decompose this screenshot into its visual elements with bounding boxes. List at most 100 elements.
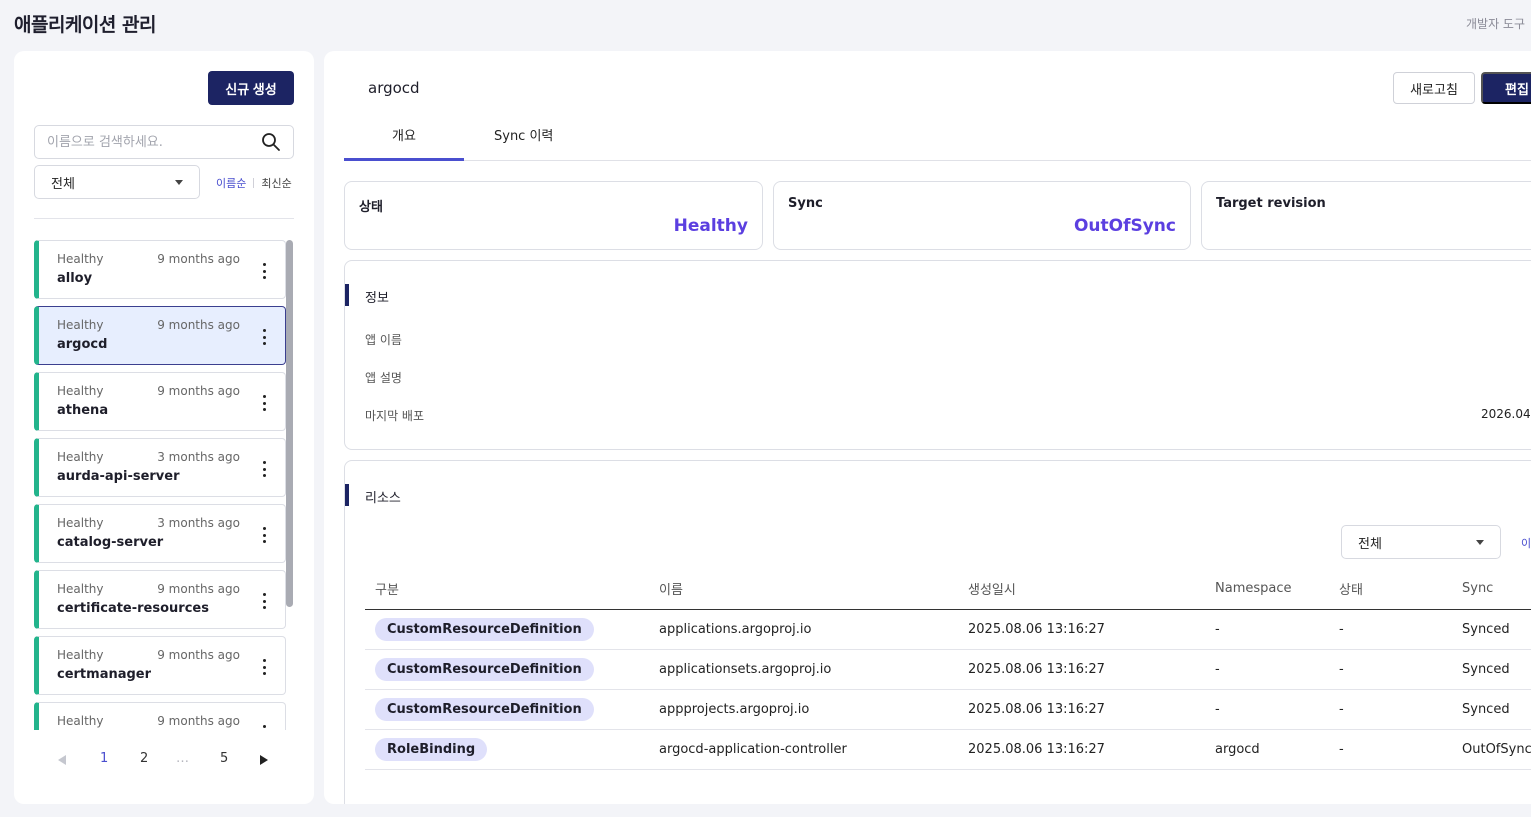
cell-namespace: - xyxy=(1205,609,1329,650)
search-input[interactable] xyxy=(47,134,261,150)
pagination: 1 2 … 5 xyxy=(54,751,274,771)
table-row[interactable]: CustomResourceDefinition applications.arg… xyxy=(365,609,1531,650)
page-ellipsis: … xyxy=(176,751,189,766)
cell-name: argocd-application-controller xyxy=(649,729,958,770)
col-kind[interactable]: 구분 xyxy=(365,569,649,610)
col-created[interactable]: 생성일시 xyxy=(958,569,1205,610)
app-name-label: 앱 이름 xyxy=(365,333,402,347)
app-name: catalog-server xyxy=(57,535,164,550)
table-row[interactable]: CustomResourceDefinition applicationsets.… xyxy=(365,649,1531,690)
sync-card-label: Sync xyxy=(788,196,823,211)
cell-kind: RoleBinding xyxy=(365,729,649,770)
more-options-icon[interactable] xyxy=(263,659,267,675)
page-5[interactable]: 5 xyxy=(220,751,228,766)
more-options-icon[interactable] xyxy=(263,395,267,411)
more-options-icon[interactable] xyxy=(263,461,267,477)
chevron-down-icon xyxy=(1476,539,1484,545)
cell-created: 2025.08.06 13:16:27 xyxy=(958,649,1205,690)
detail-app-name: argocd xyxy=(368,79,420,97)
cell-sync: Synced xyxy=(1452,689,1531,730)
kind-chip: RoleBinding xyxy=(375,737,488,761)
status-card: 상태 Healthy xyxy=(344,181,763,250)
cell-created: 2025.08.06 13:16:27 xyxy=(958,689,1205,730)
table-row[interactable]: CustomResourceDefinition appprojects.argo… xyxy=(365,689,1531,730)
app-list: Healthy 9 months ago alloy Healthy 9 months … xyxy=(34,240,294,730)
app-time: 9 months ago xyxy=(157,318,240,332)
sync-card-value: OutOfSync xyxy=(1073,216,1176,236)
kind-chip: CustomResourceDefinition xyxy=(375,697,594,721)
more-options-icon[interactable] xyxy=(263,263,267,279)
col-sync[interactable]: Sync xyxy=(1452,569,1531,610)
cell-namespace: - xyxy=(1205,649,1329,690)
kind-chip: CustomResourceDefinition xyxy=(375,657,594,681)
app-time: 9 months ago xyxy=(157,714,240,728)
refresh-button[interactable]: 새로고침 xyxy=(1393,72,1475,104)
status-card-value: Healthy xyxy=(673,216,748,236)
status-filter-select[interactable]: 전체 xyxy=(34,165,200,199)
target-revision-card: Target revision xyxy=(1201,181,1531,250)
resources-table: 구분 이름 생성일시 Namespace 상태 Sync CustomResou… xyxy=(365,569,1531,770)
resource-filter-select[interactable]: 전체 xyxy=(1341,525,1501,559)
info-section: 정보 앱 이름 앱 설명 마지막 배포 2026.04 xyxy=(344,260,1531,450)
app-status: Healthy xyxy=(57,318,104,332)
new-app-button[interactable]: 신규 생성 xyxy=(208,71,294,105)
next-page-icon[interactable] xyxy=(260,755,268,765)
app-time: 9 months ago xyxy=(157,582,240,596)
app-time: 9 months ago xyxy=(157,384,240,398)
cell-status: - xyxy=(1329,649,1452,690)
cell-sync: Synced xyxy=(1452,649,1531,690)
more-options-icon[interactable] xyxy=(263,527,267,543)
list-item[interactable]: Healthy 9 months ago xyxy=(34,702,286,730)
list-item[interactable]: Healthy 9 months ago athena xyxy=(34,372,286,431)
edit-button[interactable]: 편집 xyxy=(1481,72,1531,104)
sort-by-name[interactable]: 이름순 xyxy=(216,175,246,191)
list-item[interactable]: Healthy 3 months ago aurda-api-server xyxy=(34,438,286,497)
page-1[interactable]: 1 xyxy=(100,751,108,766)
app-time: 3 months ago xyxy=(157,516,240,530)
app-time: 9 months ago xyxy=(157,648,240,662)
more-options-icon[interactable] xyxy=(263,725,267,730)
chevron-down-icon xyxy=(175,179,183,185)
last-deploy-label: 마지막 배포 xyxy=(365,409,425,423)
table-header-row: 구분 이름 생성일시 Namespace 상태 Sync xyxy=(365,569,1531,610)
col-name[interactable]: 이름 xyxy=(649,569,958,610)
app-status: Healthy xyxy=(57,252,104,266)
divider xyxy=(34,218,294,219)
resources-section-title: 리소스 xyxy=(365,491,401,506)
cell-created: 2025.08.06 13:16:27 xyxy=(958,729,1205,770)
more-options-icon[interactable] xyxy=(263,329,267,345)
cell-sync: Synced xyxy=(1452,609,1531,650)
col-namespace[interactable]: Namespace xyxy=(1205,569,1329,610)
sort-by-latest[interactable]: 최신순 xyxy=(261,175,291,191)
scrollbar[interactable] xyxy=(286,240,293,607)
cell-status: - xyxy=(1329,729,1452,770)
sort-separator xyxy=(253,178,255,188)
list-item[interactable]: Healthy 9 months ago alloy xyxy=(34,240,286,299)
list-item[interactable]: Healthy 9 months ago certmanager xyxy=(34,636,286,695)
tab-sync-history[interactable]: Sync 이력 xyxy=(494,125,553,144)
dev-tools-link[interactable]: 개발자 도구 xyxy=(1466,15,1525,32)
list-item[interactable]: Healthy 3 months ago catalog-server xyxy=(34,504,286,563)
app-status: Healthy xyxy=(57,516,104,530)
app-status: Healthy xyxy=(57,582,104,596)
app-name: certmanager xyxy=(57,667,152,682)
cell-kind: CustomResourceDefinition xyxy=(365,649,649,690)
app-name: aurda-api-server xyxy=(57,469,180,484)
page-2[interactable]: 2 xyxy=(140,751,148,766)
more-options-icon[interactable] xyxy=(263,593,267,609)
cell-status: - xyxy=(1329,689,1452,730)
list-item[interactable]: Healthy 9 months ago certificate-resources xyxy=(34,570,286,629)
search-icon[interactable] xyxy=(261,132,281,152)
cell-kind: CustomResourceDefinition xyxy=(365,689,649,730)
app-time: 9 months ago xyxy=(157,252,240,266)
app-name: alloy xyxy=(57,271,93,286)
prev-page-icon[interactable] xyxy=(58,755,66,765)
app-name: athena xyxy=(57,403,109,418)
table-row[interactable]: RoleBinding argocd-application-controller… xyxy=(365,729,1531,770)
col-status[interactable]: 상태 xyxy=(1329,569,1452,610)
resource-sort-option[interactable]: 이 xyxy=(1521,535,1531,551)
tab-overview[interactable]: 개요 xyxy=(344,125,464,161)
app-status: Healthy xyxy=(57,450,104,464)
cell-created: 2025.08.06 13:16:27 xyxy=(958,609,1205,650)
list-item[interactable]: Healthy 9 months ago argocd xyxy=(34,306,286,365)
